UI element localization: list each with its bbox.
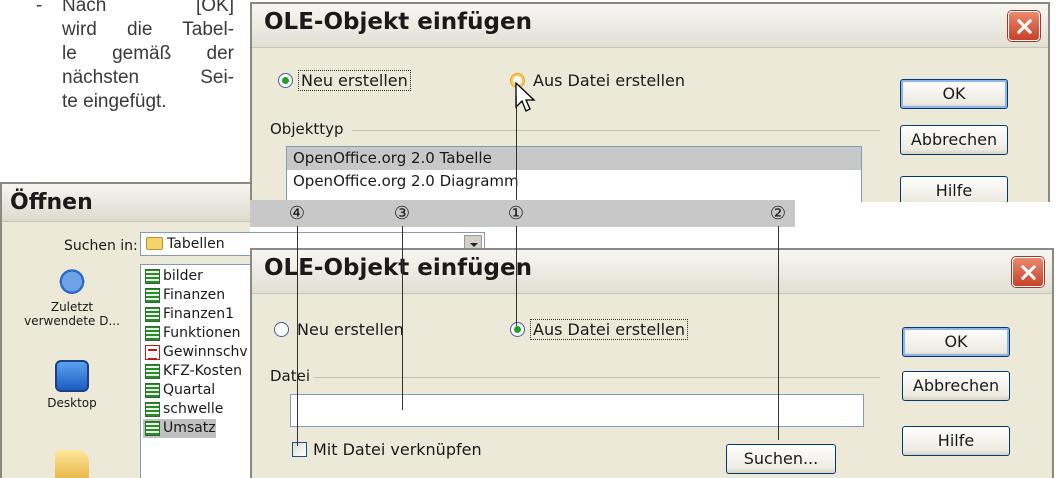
browse-button[interactable]: Suchen...: [726, 444, 836, 474]
dialog-title: OLE-Objekt einfügen: [264, 255, 532, 281]
spreadsheet-icon: [145, 402, 160, 417]
close-button[interactable]: [1012, 257, 1044, 287]
place-label: verwendete D...: [24, 314, 120, 328]
mouse-cursor-icon: [515, 82, 536, 112]
radio-new-create[interactable]: Neu erstellen: [278, 70, 411, 91]
list-item[interactable]: schwelle: [143, 400, 223, 419]
list-item[interactable]: Gewinnschv: [143, 343, 248, 362]
leader-line: [516, 226, 517, 326]
group-label-file: Datei: [270, 367, 315, 385]
close-button[interactable]: [1008, 11, 1040, 41]
link-file-label: Mit Datei verknüpfen: [313, 440, 482, 459]
radio-new-label: Neu erstellen: [297, 320, 404, 339]
doc-line: Nach [OK]: [62, 0, 234, 16]
callout-1: ①: [507, 203, 525, 224]
spreadsheet-icon: [145, 288, 160, 303]
radio-checked-icon[interactable]: [510, 322, 525, 337]
radio-file-label: Aus Datei erstellen: [529, 319, 689, 340]
spreadsheet-icon: [145, 326, 160, 341]
pdf-icon: [145, 345, 160, 360]
object-type-list[interactable]: OpenOffice.org 2.0 Tabelle OpenOffice.or…: [286, 146, 862, 202]
list-item[interactable]: Finanzen: [143, 286, 225, 305]
title-bar: OLE-Objekt einfügen: [252, 4, 1048, 48]
spreadsheet-icon: [145, 364, 160, 379]
place-label: Zuletzt: [50, 300, 94, 314]
file-name: Quartal: [163, 382, 216, 398]
list-item[interactable]: Quartal: [143, 381, 215, 400]
open-title-bar: Öffnen: [2, 184, 250, 222]
file-name: Gewinnschv: [163, 344, 248, 360]
folder-icon: [146, 237, 163, 250]
ole-dialog-new: OLE-Objekt einfügen Neu erstellen Aus Da…: [250, 2, 1050, 202]
lookin-label: Suchen in:: [64, 238, 138, 254]
callout-4: ④: [288, 203, 306, 224]
file-name: bilder: [163, 268, 203, 284]
list-item[interactable]: OpenOffice.org 2.0 Tabelle: [287, 147, 861, 170]
help-button[interactable]: Hilfe: [902, 426, 1010, 456]
list-item[interactable]: Finanzen1: [143, 305, 234, 324]
list-item[interactable]: bilder: [143, 267, 203, 286]
callout-2: ②: [769, 203, 787, 224]
leader-line: [778, 226, 779, 440]
spreadsheet-icon: [145, 383, 160, 398]
place-desktop[interactable]: Desktop: [4, 360, 140, 410]
doc-line: nächsten Sei-: [62, 67, 234, 88]
cancel-button[interactable]: Abbrechen: [900, 125, 1008, 155]
file-name: Finanzen1: [163, 306, 234, 322]
open-dialog-title: Öffnen: [10, 190, 93, 215]
radio-new-create[interactable]: Neu erstellen: [274, 320, 406, 339]
help-button[interactable]: Hilfe: [900, 176, 1008, 202]
group-divider: [314, 377, 880, 378]
leader-line: [516, 96, 517, 200]
list-item[interactable]: KFZ-Kosten: [143, 362, 242, 381]
file-list[interactable]: bilder Finanzen Finanzen1 Funktionen Gew…: [140, 264, 250, 478]
group-divider: [352, 130, 880, 131]
file-name: Funktionen: [163, 325, 241, 341]
recent-documents-icon: [55, 264, 89, 296]
spreadsheet-icon: [145, 269, 160, 284]
open-dialog: Öffnen Suchen in: Zuletzt verwendete D..…: [0, 182, 250, 478]
leader-line: [402, 226, 403, 410]
place-my-documents[interactable]: [4, 450, 140, 478]
place-recent[interactable]: Zuletzt verwendete D...: [4, 264, 140, 328]
checkbox-icon[interactable]: [292, 442, 307, 457]
leader-line: [297, 226, 298, 446]
document-paragraph: - Nach [OK] wird die Tabel- le gemäß der…: [36, 0, 234, 114]
desktop-icon: [55, 360, 89, 392]
bullet-dash: -: [36, 0, 43, 16]
place-label: Desktop: [47, 396, 97, 410]
doc-line: le gemäß der: [62, 43, 234, 64]
list-item[interactable]: OpenOffice.org 2.0 Diagramm: [287, 170, 861, 193]
doc-line: wird die Tabel-: [62, 19, 234, 40]
group-label-objecttype: Objekttyp: [270, 120, 348, 138]
radio-unchecked-icon[interactable]: [274, 322, 289, 337]
radio-new-label: Neu erstellen: [298, 70, 411, 91]
my-documents-icon: [55, 450, 89, 478]
callout-3: ③: [393, 203, 411, 224]
file-name: KFZ-Kosten: [163, 363, 242, 379]
radio-checked-icon[interactable]: [278, 73, 293, 88]
ok-button[interactable]: OK: [902, 327, 1010, 357]
spreadsheet-icon: [145, 307, 160, 322]
list-item[interactable]: Funktionen: [143, 324, 240, 343]
cancel-button[interactable]: Abbrechen: [902, 371, 1010, 401]
link-file-checkbox[interactable]: Mit Datei verknüpfen: [292, 440, 482, 459]
file-name: schwelle: [163, 401, 224, 417]
title-bar: OLE-Objekt einfügen: [252, 250, 1052, 294]
ok-button[interactable]: OK: [900, 79, 1008, 109]
doc-line: te eingefügt.: [62, 91, 167, 112]
file-name: Umsatz: [163, 420, 216, 436]
radio-from-file[interactable]: Aus Datei erstellen: [510, 319, 689, 340]
dialog-title: OLE-Objekt einfügen: [264, 9, 532, 35]
spreadsheet-icon: [145, 421, 160, 436]
list-item[interactable]: Umsatz: [143, 419, 216, 438]
file-name: Finanzen: [163, 287, 226, 303]
lookin-value: Tabellen: [167, 236, 225, 252]
radio-file-label: Aus Datei erstellen: [533, 71, 686, 90]
ole-dialog-from-file: OLE-Objekt einfügen Neu erstellen Aus Da…: [250, 248, 1054, 478]
